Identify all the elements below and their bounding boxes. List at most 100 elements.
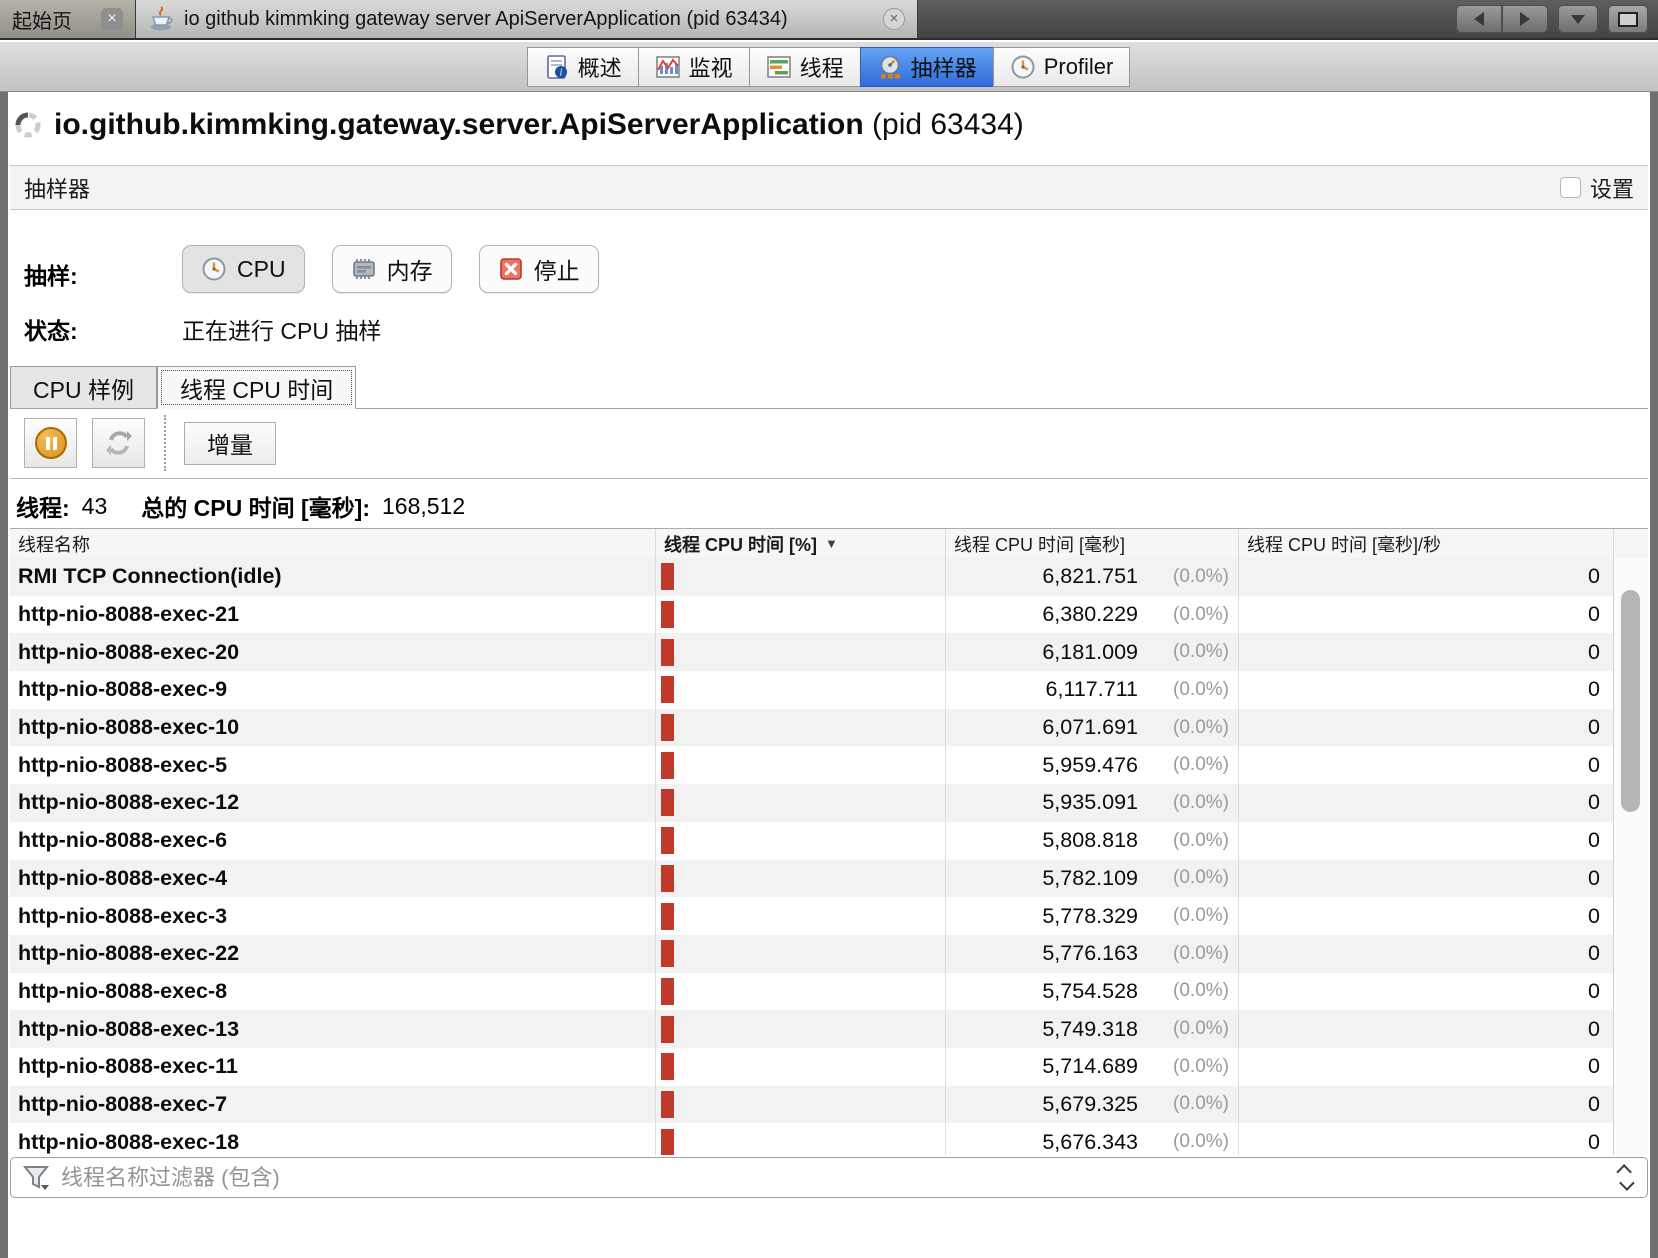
cpu-usage-bar — [661, 940, 674, 967]
cpu-time-per-sec: 0 — [1238, 633, 1613, 671]
page-title: io.github.kimmking.gateway.server.ApiSer… — [54, 108, 1024, 142]
svg-text:i: i — [559, 67, 562, 78]
close-icon[interactable]: × — [883, 8, 905, 30]
toolbar-divider — [10, 478, 1648, 479]
thread-name: http-nio-8088-exec-21 — [10, 596, 655, 634]
cpu-time-pct-cell — [655, 1048, 945, 1086]
monitor-chart-icon — [655, 54, 681, 80]
tab-sampler[interactable]: 抽样器 — [860, 47, 994, 87]
cpu-time-ms: 5,754.528 — [1042, 979, 1138, 1004]
java-cup-icon — [148, 6, 174, 32]
tab-start-page[interactable]: 起始页 × — [0, 0, 136, 38]
table-row[interactable]: http-nio-8088-exec-7 5,679.325 (0.0%) 0 — [10, 1086, 1648, 1124]
tab-overview[interactable]: i 概述 — [527, 47, 639, 87]
refresh-button[interactable] — [92, 418, 145, 468]
overview-icon: i — [544, 54, 570, 80]
sample-button-row: CPU 内存 停止 — [182, 245, 599, 293]
window-left-edge — [0, 92, 8, 1258]
table-row[interactable]: RMI TCP Connection(idle) 6,821.751 (0.0%… — [10, 558, 1648, 596]
thread-name: http-nio-8088-exec-13 — [10, 1010, 655, 1048]
memory-sample-button[interactable]: 内存 — [332, 245, 452, 293]
tab-profiler[interactable]: Profiler — [993, 47, 1131, 87]
thread-cpu-toolbar: 增量 — [24, 415, 276, 471]
table-row[interactable]: http-nio-8088-exec-18 5,676.343 (0.0%) 0 — [10, 1123, 1648, 1155]
visualvm-window: 起始页 × io github kimmking gateway server … — [0, 0, 1658, 1258]
application-header: io.github.kimmking.gateway.server.ApiSer… — [14, 108, 1024, 142]
table-row[interactable]: http-nio-8088-exec-11 5,714.689 (0.0%) 0 — [10, 1048, 1648, 1086]
cpu-time-pct: (0.0%) — [1138, 943, 1238, 965]
cpu-time-ms-cell: 5,679.325 (0.0%) — [945, 1086, 1238, 1124]
column-header-cpu-time-pct[interactable]: 线程 CPU 时间 [%] ▼ — [655, 529, 945, 558]
column-header-thread-name[interactable]: 线程名称 — [10, 529, 655, 558]
maximize-icon — [1618, 12, 1638, 27]
table-row[interactable]: http-nio-8088-exec-10 6,071.691 (0.0%) 0 — [10, 709, 1648, 747]
cpu-time-ms-cell: 6,071.691 (0.0%) — [945, 709, 1238, 747]
back-button[interactable] — [1456, 5, 1502, 33]
column-header-cpu-time-ms[interactable]: 线程 CPU 时间 [毫秒] — [945, 529, 1238, 558]
toolbar-separator — [164, 415, 166, 471]
cpu-time-pct: (0.0%) — [1138, 830, 1238, 852]
delta-button[interactable]: 增量 — [184, 422, 276, 465]
table-row[interactable]: http-nio-8088-exec-8 5,754.528 (0.0%) 0 — [10, 973, 1648, 1011]
cpu-time-per-sec: 0 — [1238, 596, 1613, 634]
cpu-sample-button[interactable]: CPU — [182, 245, 305, 293]
pause-button[interactable] — [24, 418, 77, 468]
table-row[interactable]: http-nio-8088-exec-21 6,380.229 (0.0%) 0 — [10, 596, 1648, 634]
stop-button-label: 停止 — [534, 252, 580, 286]
tab-threads[interactable]: 线程 — [749, 47, 861, 87]
column-header-cpu-time-per-sec[interactable]: 线程 CPU 时间 [毫秒]/秒 — [1238, 529, 1613, 558]
cpu-time-ms-cell: 5,782.109 (0.0%) — [945, 860, 1238, 898]
table-row[interactable]: http-nio-8088-exec-22 5,776.163 (0.0%) 0 — [10, 935, 1648, 973]
table-scrollbar[interactable] — [1613, 558, 1648, 1155]
cpu-usage-bar — [661, 601, 674, 628]
table-row[interactable]: http-nio-8088-exec-5 5,959.476 (0.0%) 0 — [10, 746, 1648, 784]
thread-name: http-nio-8088-exec-18 — [10, 1123, 655, 1155]
tab-monitor[interactable]: 监视 — [638, 47, 750, 87]
subtab-cpu-samples[interactable]: CPU 样例 — [10, 366, 157, 409]
filter-options-stepper[interactable] — [1620, 1165, 1631, 1190]
cpu-time-ms: 5,935.091 — [1042, 790, 1138, 815]
cpu-usage-bar — [661, 639, 674, 666]
cpu-usage-bar — [661, 903, 674, 930]
cpu-time-pct: (0.0%) — [1138, 905, 1238, 927]
total-cpu-label: 总的 CPU 时间 [毫秒]: — [141, 489, 370, 523]
cpu-time-ms-cell: 5,714.689 (0.0%) — [945, 1048, 1238, 1086]
cpu-time-ms: 5,676.343 — [1042, 1130, 1138, 1155]
thread-filter-input[interactable] — [61, 1165, 1620, 1191]
cpu-time-ms-cell: 5,959.476 (0.0%) — [945, 746, 1238, 784]
sampler-subtabs: CPU 样例 线程 CPU 时间 — [10, 364, 1648, 409]
thread-name: http-nio-8088-exec-5 — [10, 746, 655, 784]
cpu-time-ms-cell: 5,778.329 (0.0%) — [945, 897, 1238, 935]
forward-button[interactable] — [1502, 5, 1548, 33]
scrollbar-thumb[interactable] — [1621, 590, 1640, 812]
tab-application[interactable]: io github kimmking gateway server ApiSer… — [136, 0, 918, 38]
table-row[interactable]: http-nio-8088-exec-6 5,808.818 (0.0%) 0 — [10, 822, 1648, 860]
table-row[interactable]: http-nio-8088-exec-12 5,935.091 (0.0%) 0 — [10, 784, 1648, 822]
application-class-name: io.github.kimmking.gateway.server.ApiSer… — [54, 108, 864, 141]
stop-button[interactable]: 停止 — [479, 245, 599, 293]
cpu-usage-bar — [661, 827, 674, 854]
cpu-clock-icon — [201, 256, 227, 282]
table-row[interactable]: http-nio-8088-exec-20 6,181.009 (0.0%) 0 — [10, 633, 1648, 671]
table-row[interactable]: http-nio-8088-exec-4 5,782.109 (0.0%) 0 — [10, 860, 1648, 898]
thread-name: http-nio-8088-exec-22 — [10, 935, 655, 973]
table-row[interactable]: http-nio-8088-exec-3 5,778.329 (0.0%) 0 — [10, 897, 1648, 935]
table-row[interactable]: http-nio-8088-exec-9 6,117.711 (0.0%) 0 — [10, 671, 1648, 709]
cpu-time-pct-cell — [655, 746, 945, 784]
table-body: RMI TCP Connection(idle) 6,821.751 (0.0%… — [10, 558, 1648, 1155]
cpu-time-pct: (0.0%) — [1138, 717, 1238, 739]
table-row[interactable]: http-nio-8088-exec-13 5,749.318 (0.0%) 0 — [10, 1010, 1648, 1048]
tab-list-button[interactable] — [1558, 5, 1598, 33]
cpu-time-pct: (0.0%) — [1138, 566, 1238, 588]
close-icon[interactable]: × — [101, 8, 123, 30]
cpu-time-pct: (0.0%) — [1138, 980, 1238, 1002]
cpu-time-pct-cell — [655, 1086, 945, 1124]
sampler-panel-header: 抽样器 设置 — [10, 165, 1648, 210]
window-tab-bar: 起始页 × io github kimmking gateway server … — [0, 0, 1658, 40]
cpu-time-ms-cell: 5,749.318 (0.0%) — [945, 1010, 1238, 1048]
thread-name: http-nio-8088-exec-9 — [10, 671, 655, 709]
maximize-button[interactable] — [1608, 5, 1648, 33]
subtab-thread-cpu-time[interactable]: 线程 CPU 时间 — [157, 366, 356, 409]
settings-checkbox[interactable] — [1560, 177, 1581, 198]
cpu-time-ms: 6,821.751 — [1042, 564, 1138, 589]
